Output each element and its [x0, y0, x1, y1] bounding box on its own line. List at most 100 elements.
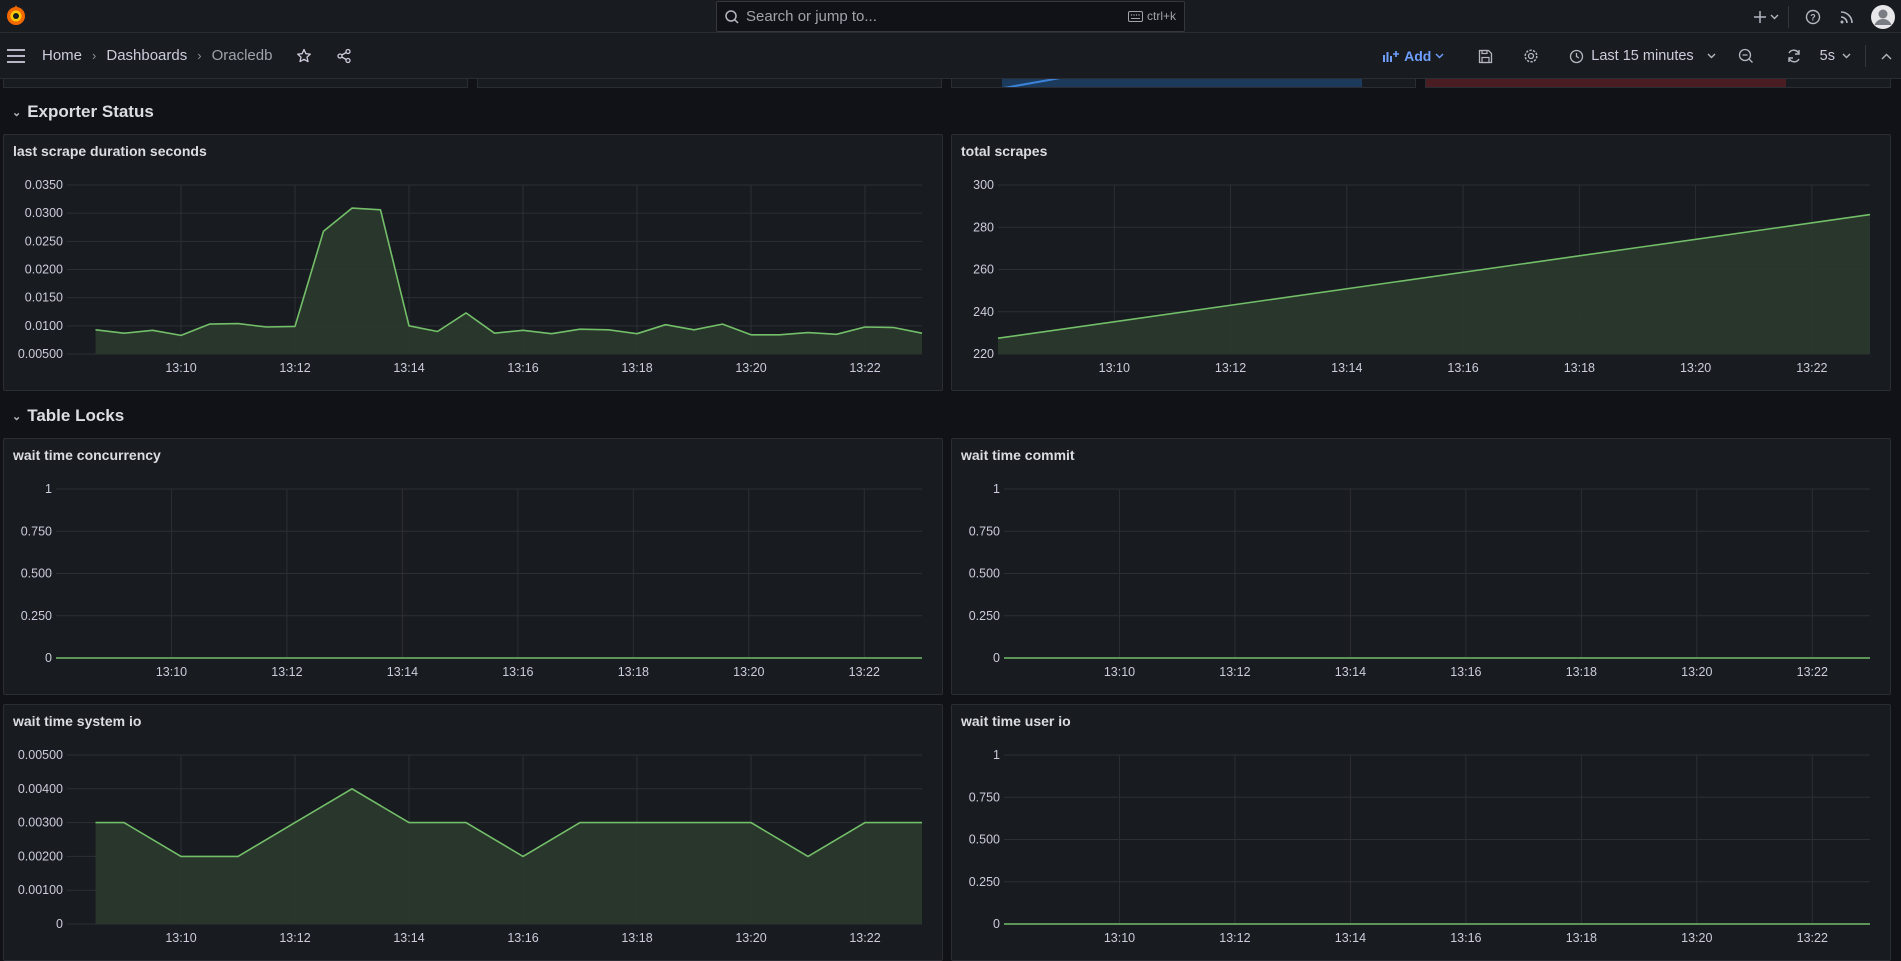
chart-wait-commit: 1 0.750 0.500 0.250 0 13:10 13:12 13:14 13:16 13:…	[969, 482, 1870, 679]
chart-wait-user-io: 1 0.750 0.500 0.250 0 13:10 13:12 13:14 13:16 13:…	[969, 748, 1870, 945]
y-tick-label: 0.00300	[18, 816, 63, 830]
x-tick-label: 13:14	[387, 665, 418, 679]
search-icon	[725, 9, 739, 24]
x-tick-label: 13:16	[1450, 665, 1481, 679]
x-tick-label: 13:18	[1566, 665, 1597, 679]
y-tick-label: 0.250	[969, 875, 1000, 889]
x-tick-label: 13:12	[1215, 361, 1246, 375]
row-header-table-locks[interactable]: ⌄ Table Locks	[12, 406, 124, 426]
x-tick-label: 13:22	[1797, 931, 1828, 945]
breadcrumb: Home › Dashboards › Oracledb	[42, 47, 352, 64]
x-tick-label: 13:10	[1104, 665, 1135, 679]
y-tick-label: 240	[973, 305, 994, 319]
panel-last-scrape[interactable]: last scrape duration seconds 0.0350 0.030…	[3, 134, 943, 391]
x-tick-label: 13:14	[1335, 931, 1366, 945]
chevron-down-icon	[1707, 53, 1716, 59]
top-right-actions: ?	[1744, 0, 1901, 33]
x-tick-label: 13:20	[735, 361, 766, 375]
panel-wait-user-io[interactable]: wait time user io 1 0.750 0.500 0.250 0 13:10…	[951, 704, 1891, 961]
x-tick-label: 13:12	[1219, 665, 1250, 679]
series-area	[998, 214, 1870, 354]
breadcrumb-dashboards[interactable]: Dashboards	[106, 47, 187, 64]
breadcrumb-current: Oracledb	[211, 47, 273, 64]
x-tick-label: 13:18	[621, 361, 652, 375]
y-tick-label: 0.00500	[18, 347, 63, 361]
x-tick-label: 13:22	[1796, 361, 1827, 375]
y-tick-label: 0.0100	[25, 319, 63, 333]
y-tick-label: 0.250	[21, 609, 52, 623]
partial-series-fill	[1426, 79, 1786, 87]
x-tick-label: 13:16	[1447, 361, 1478, 375]
refresh-interval-picker[interactable]: 5s	[1820, 48, 1851, 64]
y-tick-label: 0.500	[21, 567, 52, 581]
search-placeholder: Search or jump to...	[746, 8, 877, 25]
help-button[interactable]: ?	[1797, 9, 1829, 25]
y-tick-label: 1	[993, 748, 1000, 762]
x-tick-label: 13:16	[502, 665, 533, 679]
row-title: Exporter Status	[27, 102, 154, 121]
panel-wait-commit[interactable]: wait time commit 1 0.750 0.500 0.250 0 13:10 1…	[951, 438, 1891, 695]
news-button[interactable]	[1829, 9, 1865, 25]
plus-icon	[1754, 10, 1766, 23]
refresh-button[interactable]	[1786, 48, 1802, 64]
x-tick-label: 13:10	[1099, 361, 1130, 375]
time-range-picker[interactable]: Last 15 minutes	[1569, 48, 1716, 64]
refresh-interval-label: 5s	[1819, 48, 1835, 64]
row-title: Table Locks	[27, 406, 125, 425]
share-button[interactable]	[336, 48, 352, 64]
grafana-logo-icon[interactable]	[4, 4, 28, 28]
profile-avatar[interactable]	[1865, 4, 1901, 29]
y-tick-label: 300	[973, 178, 994, 192]
zoom-out-icon	[1738, 48, 1753, 63]
divider	[1788, 5, 1789, 28]
menu-button[interactable]	[6, 47, 26, 65]
svg-text:?: ?	[1810, 12, 1816, 22]
x-tick-label: 13:12	[279, 361, 310, 375]
y-tick-label: 0.750	[969, 524, 1000, 538]
breadcrumb-home[interactable]: Home	[42, 47, 82, 64]
search-input[interactable]: Search or jump to... ctrl+k	[716, 1, 1185, 32]
zoom-out-button[interactable]	[1738, 48, 1754, 64]
partial-panel	[477, 79, 942, 88]
y-tick-label: 0.0200	[25, 263, 63, 277]
collapse-toolbar-button[interactable]	[1881, 53, 1892, 60]
x-tick-label: 13:20	[1680, 361, 1711, 375]
top-bar: Search or jump to... ctrl+k ?	[0, 0, 1901, 33]
add-button[interactable]: Add	[1382, 48, 1444, 64]
y-tick-label: 0	[56, 917, 63, 931]
y-tick-label: 0.00500	[18, 748, 63, 762]
hamburger-icon	[7, 49, 25, 63]
x-tick-label: 13:16	[507, 931, 538, 945]
x-tick-label: 13:22	[849, 665, 880, 679]
y-tick-label: 260	[973, 263, 994, 277]
y-tick-label: 0.500	[969, 833, 1000, 847]
new-menu-button[interactable]	[1744, 10, 1788, 24]
search-shortcut: ctrl+k	[1127, 9, 1176, 23]
divider	[1865, 45, 1866, 67]
x-tick-label: 13:20	[733, 665, 764, 679]
panel-wait-system-io[interactable]: wait time system io 0.00500 0.00400 0.0030…	[3, 704, 943, 961]
y-tick-label: 0.500	[969, 567, 1000, 581]
chevron-up-icon	[1881, 53, 1892, 59]
x-tick-label: 13:16	[1450, 931, 1481, 945]
shortcut-label: ctrl+k	[1146, 9, 1176, 23]
chevron-down-icon	[1842, 53, 1851, 59]
x-tick-label: 13:12	[279, 931, 310, 945]
rss-icon	[1840, 10, 1853, 23]
chart-wait-concurrency: 1 0.750 0.500 0.250 0 13:10 13:12 13:14 13:16 13:…	[21, 482, 922, 679]
row-header-exporter-status[interactable]: ⌄ Exporter Status	[12, 102, 154, 122]
chevron-down-icon	[1770, 14, 1779, 19]
dashboard-nav-bar: Home › Dashboards › Oracledb Add Last 15…	[0, 33, 1901, 79]
x-tick-label: 13:20	[1681, 931, 1712, 945]
panel-total-scrapes[interactable]: total scrapes 300 280 260 240 220 13:10 13:12 1…	[951, 134, 1891, 391]
chevron-down-icon: ⌄	[12, 106, 22, 119]
series-line	[95, 207, 923, 337]
favorite-button[interactable]	[296, 48, 312, 64]
panel-wait-concurrency[interactable]: wait time concurrency 1 0.750 0.500 0.250 0 1…	[3, 438, 943, 695]
save-dashboard-button[interactable]	[1478, 49, 1493, 64]
y-tick-label: 0.0300	[25, 206, 63, 220]
dashboard-settings-button[interactable]	[1523, 48, 1539, 64]
x-tick-label: 13:20	[735, 931, 766, 945]
add-panel-icon	[1383, 51, 1400, 62]
x-tick-label: 13:22	[1797, 665, 1828, 679]
